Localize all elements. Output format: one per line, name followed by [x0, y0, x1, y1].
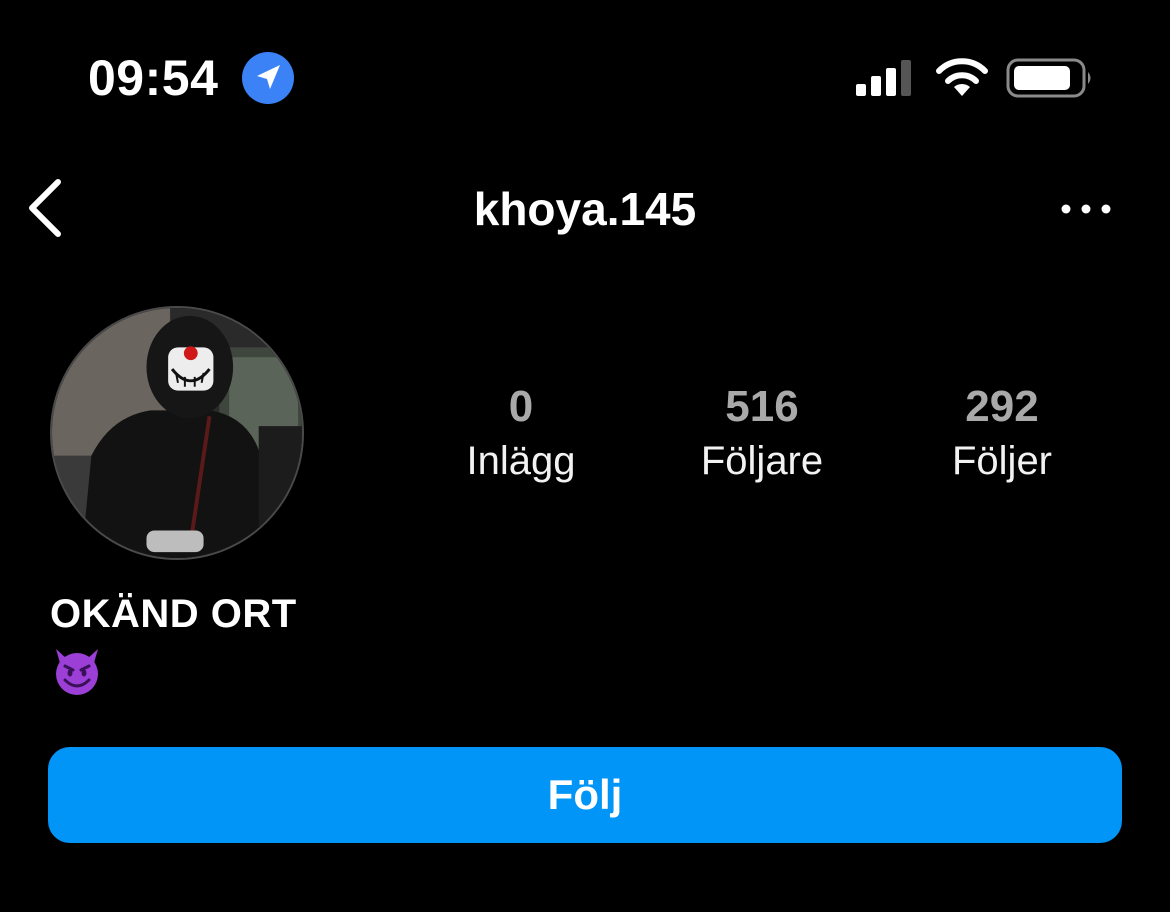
smiling-face-with-horns-icon [56, 649, 98, 695]
posts-label: Inlägg [466, 439, 576, 483]
avatar[interactable] [50, 306, 304, 560]
battery-icon [1006, 58, 1091, 98]
more-options-icon[interactable] [1058, 198, 1114, 220]
location-arrow-icon [242, 52, 294, 104]
follow-button[interactable]: Följ [48, 747, 1122, 843]
cellular-signal-icon [856, 60, 911, 96]
profile-screen: 09:54 khoya.145 0 Inlägg 516 Följare 292… [0, 0, 1170, 912]
followers-label: Följare [700, 439, 824, 483]
display-name: OKÄND ORT [50, 592, 297, 636]
status-time: 09:54 [88, 50, 219, 106]
following-label: Följer [951, 439, 1053, 483]
followers-count: 516 [725, 382, 799, 431]
wifi-icon [936, 58, 988, 96]
profile-username: khoya.145 [473, 183, 697, 235]
avatar-photo [52, 308, 302, 558]
stat-following[interactable]: 292 Följer [892, 380, 1112, 488]
posts-count: 0 [508, 382, 534, 431]
following-count: 292 [965, 382, 1039, 431]
stat-followers[interactable]: 516 Följare [652, 380, 872, 488]
stat-posts[interactable]: 0 Inlägg [411, 380, 631, 488]
